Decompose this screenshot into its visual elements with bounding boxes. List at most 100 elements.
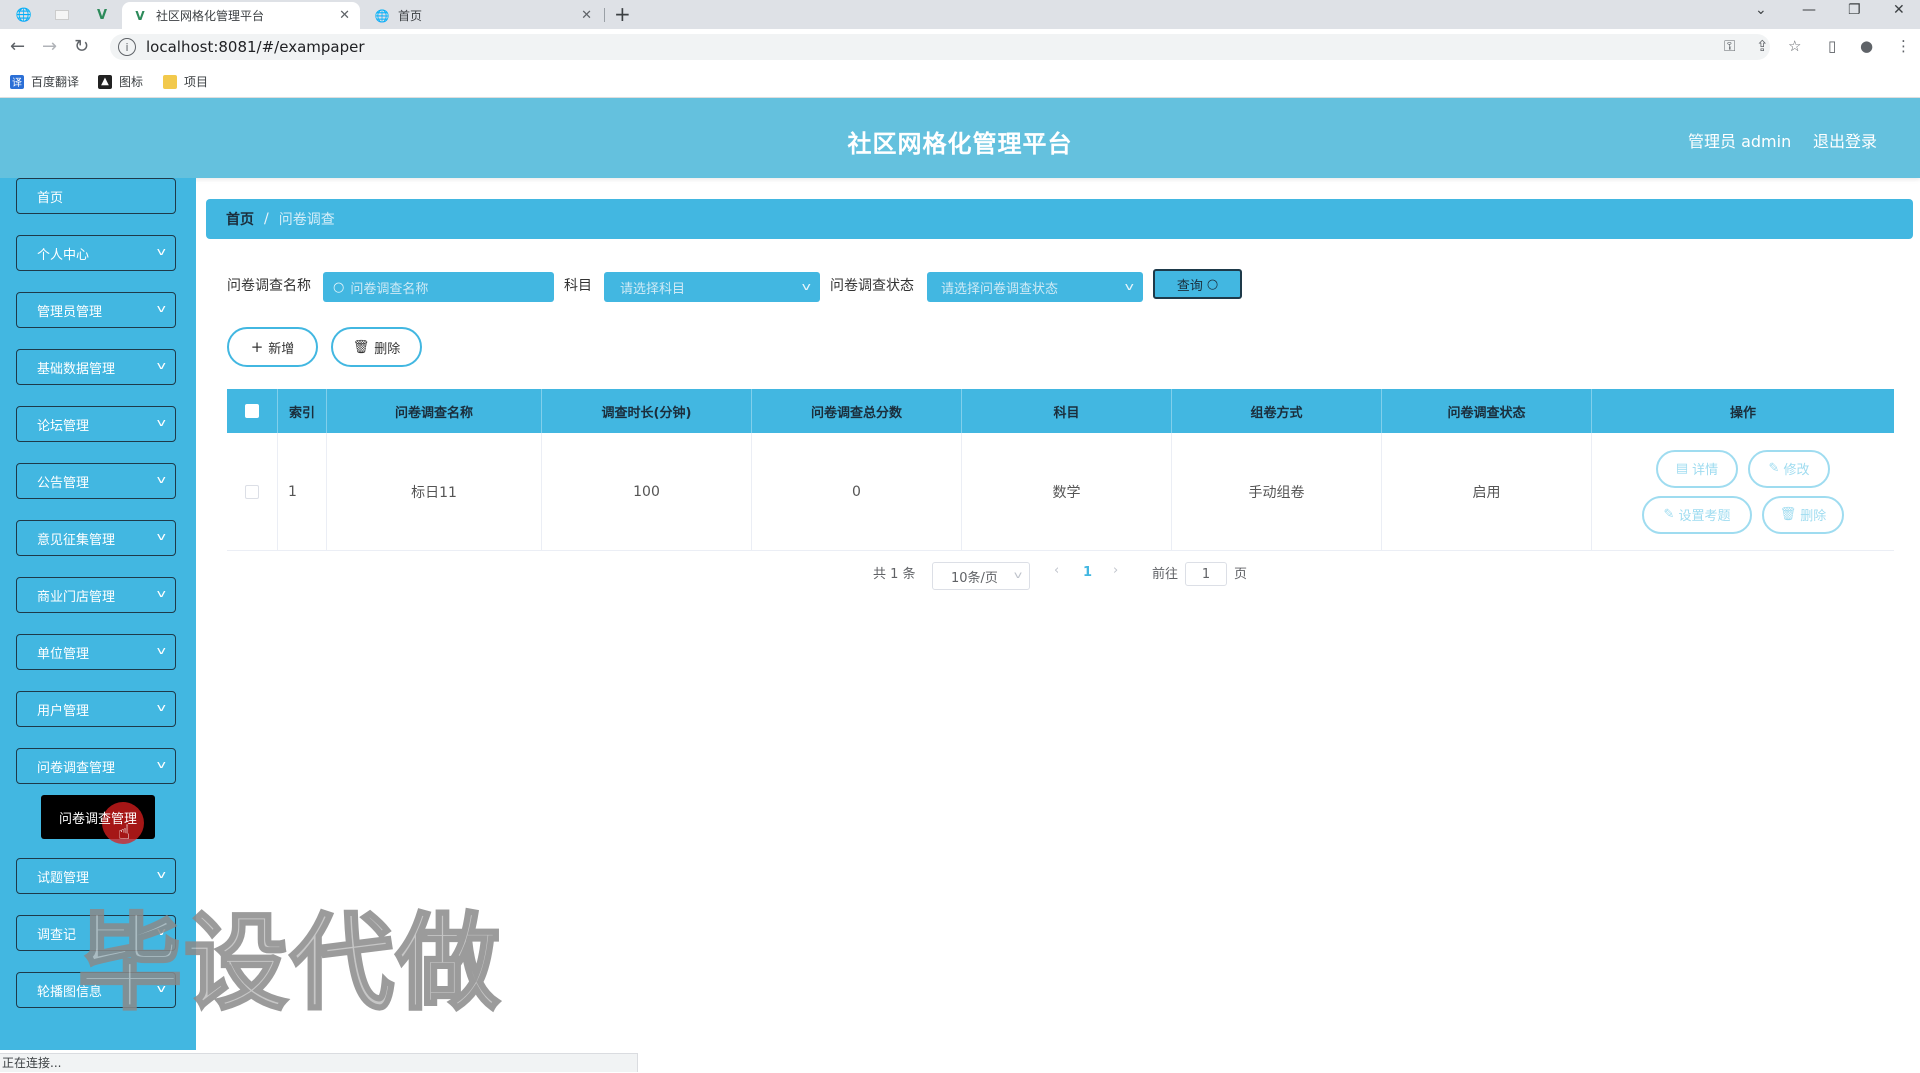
vue-favicon-icon: V [135, 8, 145, 23]
row-delete-label: 删除 [1800, 509, 1827, 524]
globe-icon: 🌐 [374, 8, 390, 23]
breadcrumb-home[interactable]: 首页 [226, 209, 254, 229]
edit-button[interactable]: ✎ 修改 [1748, 449, 1830, 488]
sidebar-item[interactable]: 问卷调查管理 v [16, 748, 176, 784]
search-icon: ○ [1206, 276, 1219, 292]
key-icon[interactable]: ⚿ [1724, 37, 1735, 55]
subject-select[interactable]: 请选择科目 v [604, 272, 820, 302]
reload-icon[interactable]: ↻ [74, 36, 89, 57]
chevron-down-icon: v [157, 701, 167, 714]
cell-method: 手动组卷 [1172, 433, 1382, 550]
col-index: 索引 [278, 389, 327, 433]
address-bar[interactable]: i localhost:8081/#/exampaper [110, 34, 1770, 60]
prev-page-icon[interactable]: ‹ [1054, 563, 1059, 578]
filter-name-label: 问卷调查名称 [227, 278, 311, 294]
share-icon[interactable]: ⇪ [1756, 37, 1769, 55]
detail-button[interactable]: ▤ 详情 [1656, 449, 1738, 488]
breadcrumb: 首页 / 问卷调查 [206, 199, 1913, 239]
sidebar-item[interactable]: 单位管理 v [16, 634, 176, 670]
col-status: 问卷调查状态 [1382, 389, 1592, 433]
cell-subject: 数学 [962, 433, 1172, 550]
sidebar-item-label: 问卷调查管理 [37, 760, 116, 776]
goto-label: 前往 [1152, 567, 1179, 582]
cell-total-score: 0 [752, 433, 962, 550]
sidebar-item-label: 首页 [37, 190, 64, 206]
delete-button[interactable]: 🗑 删除 [331, 327, 422, 367]
sidebar-item[interactable]: 论坛管理 v [16, 406, 176, 442]
logout-link[interactable]: 退出登录 [1813, 128, 1877, 152]
status-select[interactable]: 请选择问卷调查状态 v [927, 272, 1143, 302]
close-icon[interactable]: ✕ [581, 8, 592, 23]
window-close-icon[interactable]: ✕ [1893, 2, 1905, 18]
page-number[interactable]: 1 [1083, 565, 1092, 580]
cell-actions: ▤ 详情 ✎ 修改 ✎ 设置考题 🗑 删除 [1592, 433, 1894, 550]
next-page-icon[interactable]: › [1113, 563, 1118, 578]
forward-icon[interactable]: → [42, 36, 57, 57]
sidebar-item-label: 商业门店管理 [37, 589, 116, 605]
sidebar-item-label: 管理员管理 [37, 304, 103, 320]
translate-icon: 译 [10, 74, 24, 89]
bookmark-baidu-translate[interactable]: 译 百度翻译 [10, 73, 79, 90]
watermark: 毕设代做 [76, 901, 503, 1026]
add-button[interactable]: + 新增 [227, 327, 318, 367]
current-user: 管理员 admin [1688, 132, 1792, 151]
edit-icon: ✎ [1768, 461, 1780, 476]
cell-name: 标日11 [327, 433, 542, 550]
bookmark-icons[interactable]: ▲ 图标 [98, 73, 143, 90]
select-all-checkbox[interactable] [245, 404, 259, 418]
vue-tab-icon[interactable]: V [88, 4, 116, 26]
sidebar-item[interactable]: 商业门店管理 v [16, 577, 176, 613]
chevron-down-icon: v [157, 758, 167, 771]
document-icon: ▤ [1675, 461, 1689, 476]
sidebar-item-label: 公告管理 [37, 475, 90, 491]
profile-icon[interactable]: ● [1860, 37, 1873, 55]
sidebar-item-label: 单位管理 [37, 646, 90, 662]
sidepanel-icon[interactable]: ▯ [1828, 37, 1836, 55]
tab-platform[interactable]: V 社区网格化管理平台 ✕ [122, 2, 360, 29]
image-icon: ▲ [98, 74, 112, 89]
page-size-select[interactable]: 10条/页 v [932, 562, 1030, 590]
chevron-down-icon: v [1125, 280, 1135, 293]
survey-name-input[interactable]: ○ 问卷调查名称 [323, 272, 554, 302]
sidebar-item[interactable]: 意见征集管理 v [16, 520, 176, 556]
col-total-score: 问卷调查总分数 [752, 389, 962, 433]
sidebar-item[interactable]: 用户管理 v [16, 691, 176, 727]
bookmark-label: 图标 [119, 75, 144, 89]
sidebar-item-label: 调查记 [37, 927, 77, 943]
tab-home[interactable]: 🌐 首页 ✕ [364, 2, 602, 29]
set-questions-button[interactable]: ✎ 设置考题 [1642, 495, 1752, 534]
chevron-down-icon: v [157, 416, 167, 429]
tab-search-icon[interactable]: ⌄ [1755, 2, 1767, 18]
row-delete-button[interactable]: 🗑 删除 [1762, 495, 1844, 534]
row-checkbox[interactable] [245, 484, 259, 499]
sidebar-item[interactable]: 管理员管理 v [16, 292, 176, 328]
menu-icon[interactable]: ⋮ [1896, 37, 1911, 55]
sidebar-item[interactable]: 基础数据管理 v [16, 349, 176, 385]
sidebar-item[interactable]: 个人中心 v [16, 235, 176, 271]
status-placeholder: 请选择问卷调查状态 [941, 281, 1059, 297]
query-button[interactable]: 查询 ○ [1153, 269, 1242, 299]
close-icon[interactable]: ✕ [339, 8, 350, 23]
star-icon[interactable]: ☆ [1788, 37, 1801, 55]
breadcrumb-current: 问卷调查 [278, 212, 335, 228]
globe-icon[interactable]: 🌐 [10, 4, 38, 26]
back-icon[interactable]: ← [10, 36, 25, 57]
cell-duration: 100 [542, 433, 752, 550]
sidebar-item[interactable]: 首页 [16, 178, 176, 214]
restore-icon[interactable]: ❐ [1848, 2, 1861, 18]
info-icon[interactable]: i [118, 38, 136, 56]
goto-page-input[interactable]: 1 [1185, 562, 1227, 586]
app-header: 社区网格化管理平台 管理员 admin 退出登录 [0, 98, 1920, 178]
new-tab-icon[interactable]: + [614, 2, 631, 26]
filter-subject-label: 科目 [564, 278, 592, 294]
bookmark-project[interactable]: 项目 [163, 73, 208, 90]
chevron-down-icon: v [157, 587, 167, 600]
page-size-value: 10条/页 [951, 570, 998, 586]
sidebar-item[interactable]: 公告管理 v [16, 463, 176, 499]
set-questions-label: 设置考题 [1678, 509, 1731, 524]
col-actions: 操作 [1729, 405, 1756, 421]
blank-tab-icon[interactable] [48, 4, 76, 26]
submenu-item-survey[interactable]: 问卷调查管理 [41, 795, 155, 844]
minimize-icon[interactable]: — [1802, 2, 1816, 18]
sidebar-item-label: 论坛管理 [37, 418, 90, 434]
